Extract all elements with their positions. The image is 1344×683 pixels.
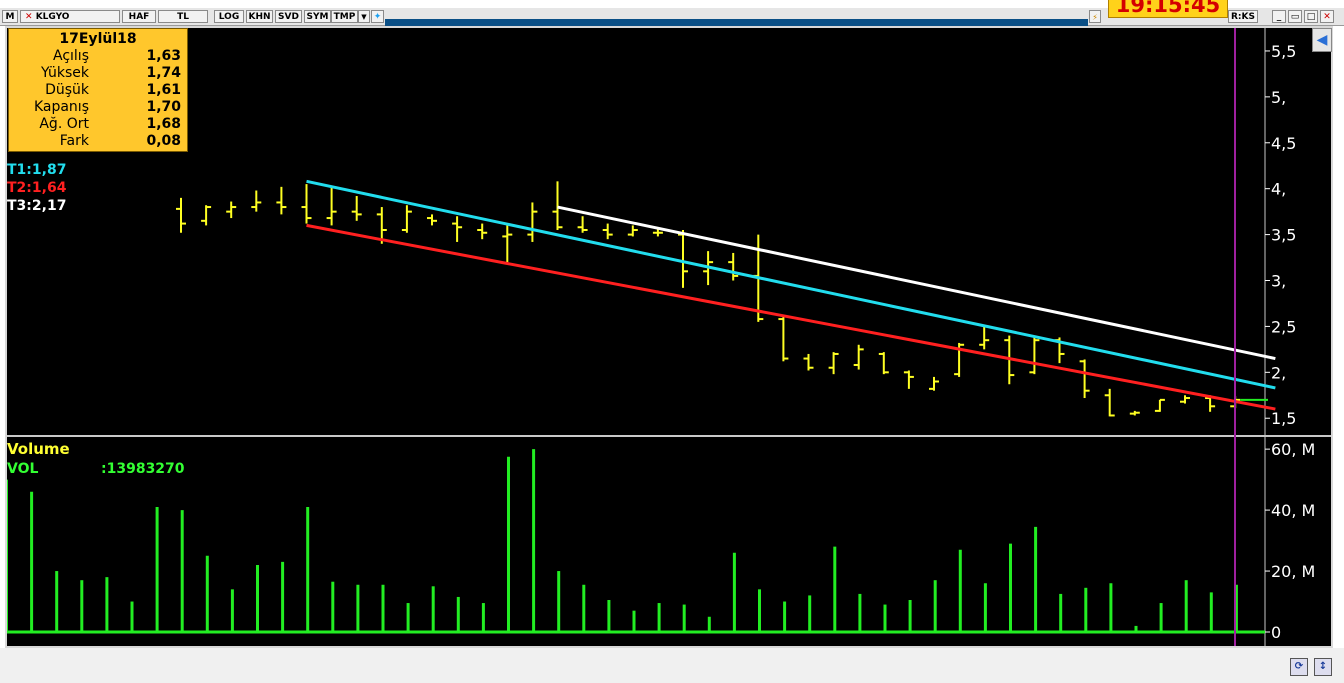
info-row-close: Kapanış 1,70: [33, 99, 181, 115]
price-y-tick-label: 5,5: [1271, 42, 1296, 61]
scroll-icon[interactable]: ↕: [1314, 658, 1332, 676]
ohlc-info-box: 17Eylül18 Açılış 1,63 Yüksek 1,74 Düşük 1,6…: [8, 28, 188, 152]
info-row-open: Açılış 1,63: [53, 48, 181, 64]
volume-y-tick-label: 0: [1271, 623, 1281, 642]
volume-y-tick-label: 20, M: [1271, 562, 1315, 581]
trend-label-t3: T3:2,17: [7, 198, 67, 214]
price-bars: [176, 181, 1241, 417]
trend-line-t1: [306, 179, 1276, 390]
bottom-bar: [0, 648, 1344, 683]
info-row-avg: Ağ. Ort 1,68: [39, 116, 181, 132]
price-y-tick-label: 3,5: [1271, 226, 1296, 245]
grid-layer: [5, 28, 1333, 646]
price-y-tick-label: 5,: [1271, 88, 1286, 107]
refresh-icon[interactable]: ⟳: [1290, 658, 1308, 676]
volume-y-tick-label: 60, M: [1271, 440, 1315, 459]
info-row-diff: Fark 0,08: [59, 133, 181, 149]
back-arrow-icon[interactable]: ◀: [1312, 28, 1332, 52]
volume-bars: [5, 449, 1265, 634]
info-row-low: Düşük 1,61: [45, 82, 181, 98]
volume-y-tick-label: 40, M: [1271, 501, 1315, 520]
price-y-tick-label: 2,5: [1271, 317, 1296, 336]
price-y-tick-label: 4,5: [1271, 134, 1296, 153]
price-y-tick-label: 4,: [1271, 180, 1286, 199]
volume-indicator-value: :13983270: [101, 461, 185, 477]
info-date: 17Eylül18: [59, 31, 137, 47]
price-volume-chart[interactable]: 5,5 5, 4,5 4, 3,5 3, 2,5 2, 1,5 60, M 40, M 20, M 0 K…: [0, 0, 1344, 683]
trend-lines: [306, 179, 1276, 411]
price-y-tick-label: 1,5: [1271, 409, 1296, 428]
info-row-high: Yüksek 1,74: [41, 65, 181, 81]
price-y-tick-label: 3,: [1271, 272, 1286, 291]
volume-indicator-name: VOL: [7, 461, 39, 477]
trend-line-t2: [306, 223, 1276, 411]
trend-label-t1: T1:1,87: [7, 162, 67, 178]
trend-label-t2: T2:1,64: [7, 180, 67, 196]
price-y-tick-label: 2,: [1271, 363, 1286, 382]
axes: 5,5 5, 4,5 4, 3,5 3, 2,5 2, 1,5 60, M 40, M 20, M 0 K…: [5, 28, 1315, 671]
volume-title: Volume: [7, 440, 70, 458]
trend-line-t3: [557, 205, 1276, 361]
